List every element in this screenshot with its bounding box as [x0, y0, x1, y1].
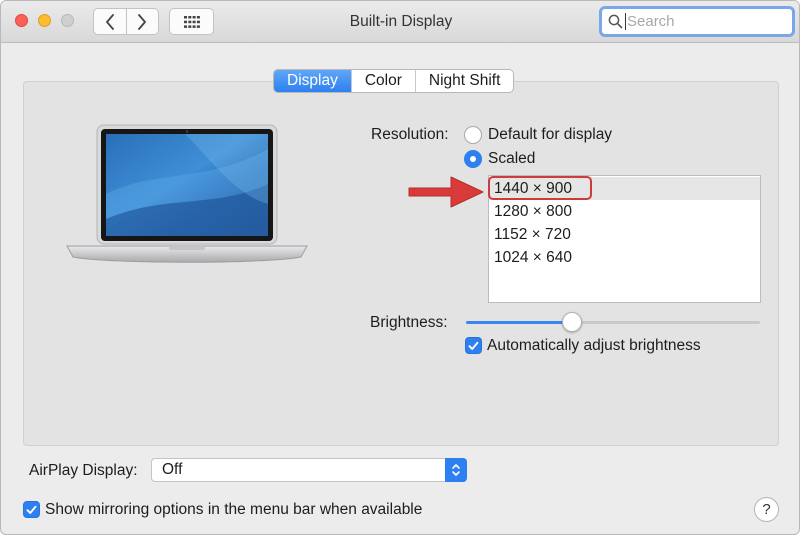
checkmark-icon: [468, 341, 479, 350]
airplay-display-value: Off: [162, 461, 183, 478]
title-bar: Built-in Display: [1, 1, 799, 43]
minimize-window-button[interactable]: [38, 14, 51, 27]
resolution-option-1280x800[interactable]: 1280 × 800: [489, 200, 760, 223]
resolution-option-1024x640[interactable]: 1024 × 640: [489, 246, 760, 269]
close-window-button[interactable]: [15, 14, 28, 27]
back-button[interactable]: [94, 9, 126, 34]
updown-arrows-icon: [445, 458, 467, 482]
airplay-display-popup[interactable]: Off: [151, 458, 467, 482]
brightness-slider-track[interactable]: [466, 321, 760, 324]
search-input[interactable]: [625, 13, 785, 30]
default-for-display-label[interactable]: Default for display: [488, 126, 612, 144]
brightness-slider-knob[interactable]: [561, 312, 582, 332]
annotation-arrow-icon: [408, 176, 484, 208]
preferences-window: Built-in Display Display Color Night Shi…: [0, 0, 800, 535]
zoom-window-button[interactable]: [61, 14, 74, 27]
tab-color[interactable]: Color: [350, 70, 415, 92]
search-field[interactable]: [599, 6, 795, 37]
show-mirroring-label[interactable]: Show mirroring options in the menu bar w…: [45, 501, 422, 519]
checkmark-icon: [26, 505, 37, 514]
default-for-display-radio[interactable]: [464, 126, 482, 144]
search-icon: [608, 14, 623, 29]
brightness-slider-fill: [466, 321, 572, 324]
show-all-button[interactable]: [169, 8, 214, 35]
resolution-label: Resolution:: [371, 126, 449, 143]
brightness-label: Brightness:: [370, 314, 448, 331]
chevron-right-icon: [138, 13, 147, 30]
scaled-label[interactable]: Scaled: [488, 150, 535, 168]
chevron-left-icon: [105, 13, 114, 30]
tab-night-shift[interactable]: Night Shift: [414, 70, 514, 92]
grid-icon: [183, 15, 200, 28]
auto-brightness-label[interactable]: Automatically adjust brightness: [487, 337, 701, 355]
window-title: Built-in Display: [349, 13, 453, 30]
forward-button[interactable]: [125, 9, 159, 34]
help-button[interactable]: ?: [754, 497, 779, 522]
navigation-buttons: [93, 8, 159, 35]
annotation-highlight-box: [488, 176, 592, 200]
tab-bar: Display Color Night Shift: [273, 69, 515, 93]
laptop-illustration: [66, 124, 308, 263]
resolution-option-1152x720[interactable]: 1152 × 720: [489, 223, 760, 246]
auto-brightness-checkbox[interactable]: [465, 337, 482, 354]
scaled-radio[interactable]: [464, 150, 482, 168]
show-mirroring-checkbox[interactable]: [23, 501, 40, 518]
tab-display[interactable]: Display: [274, 70, 351, 92]
airplay-display-label: AirPlay Display:: [29, 462, 138, 479]
